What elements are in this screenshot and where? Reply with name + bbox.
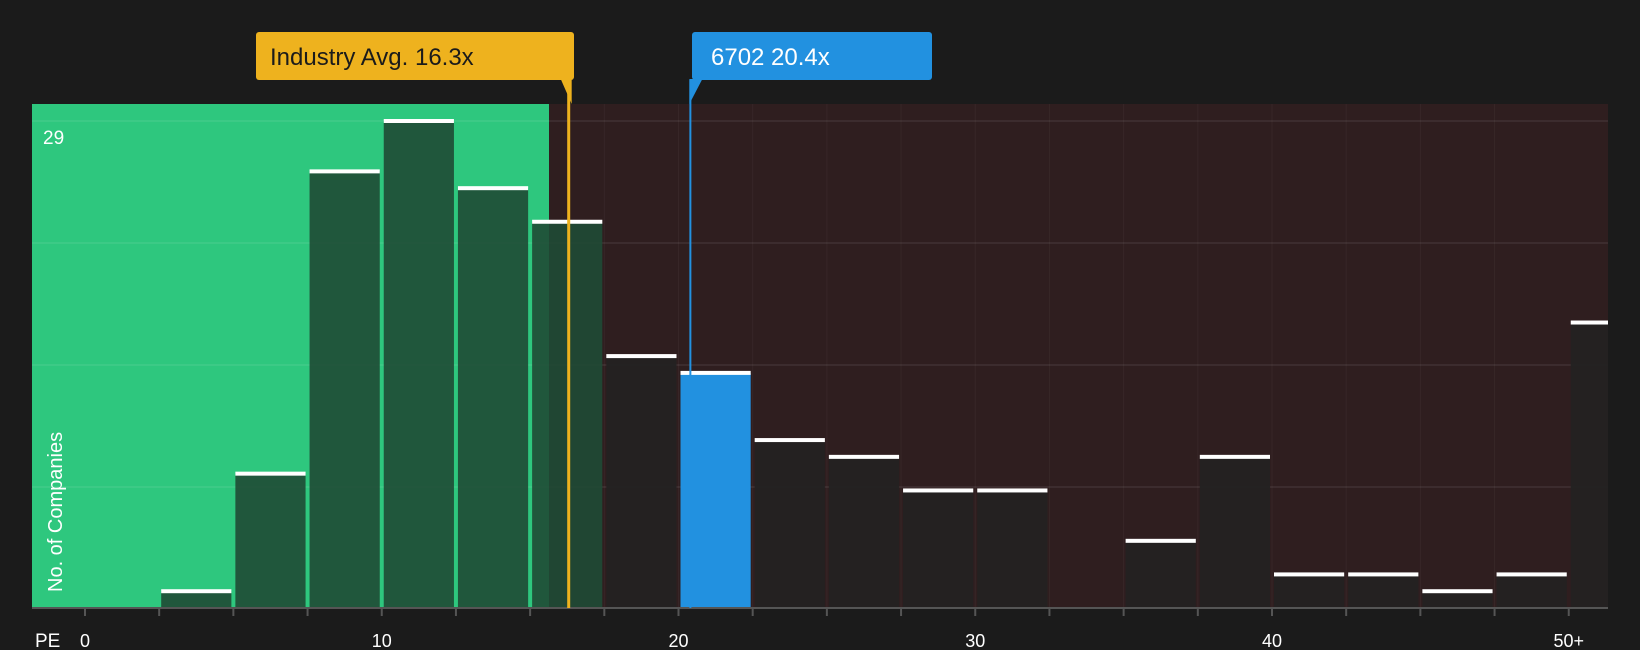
histogram-bar-cap — [1570, 320, 1608, 325]
histogram-bar — [383, 121, 454, 608]
x-tick-label: 50+ — [1553, 631, 1584, 650]
histogram-bar — [1348, 574, 1419, 608]
histogram-bar-cap — [903, 488, 974, 493]
histogram-bar — [161, 591, 232, 608]
histogram-bar-cap — [1348, 572, 1419, 577]
histogram-bar — [457, 188, 529, 608]
histogram-bar — [903, 490, 974, 608]
histogram-bar — [754, 440, 825, 608]
histogram-bar — [606, 356, 677, 608]
histogram-bar — [1422, 591, 1493, 608]
histogram-bar — [235, 473, 306, 608]
x-tick-label: 30 — [965, 631, 985, 650]
histogram-bar-cap — [161, 589, 232, 594]
histogram-bar-cap — [606, 354, 677, 359]
histogram-bar-cap — [1422, 589, 1493, 594]
histogram-bar-cap — [235, 471, 306, 476]
industry-average-label: Industry Avg. 16.3x — [270, 44, 474, 71]
histogram-bar-cap — [1199, 454, 1270, 459]
histogram-bar — [1274, 574, 1345, 608]
histogram-bar — [1570, 322, 1608, 608]
y-axis-label: No. of Companies — [45, 432, 67, 592]
histogram-bar — [977, 490, 1048, 608]
pe-distribution-chart: 0 10 20 30 40 50+ Industry Avg. 16.3x 6702 20.… — [0, 0, 1640, 650]
histogram-bar — [1125, 540, 1196, 608]
x-tick-label: 10 — [372, 631, 392, 650]
histogram-bar-cap — [977, 488, 1048, 493]
histogram-bar — [1496, 574, 1567, 608]
histogram-bar — [309, 171, 380, 608]
company-pe-label: 6702 20.4x — [711, 44, 830, 71]
y-max-label: 29 — [43, 128, 64, 149]
histogram-bar-cap — [828, 454, 900, 459]
histogram-bar-cap — [1496, 572, 1567, 577]
histogram-bar — [828, 456, 900, 608]
x-axis-label: PE — [35, 631, 60, 650]
histogram-bar-cap — [754, 438, 825, 443]
x-tick-label: 20 — [668, 631, 688, 650]
histogram-bar-cap — [309, 169, 380, 174]
x-tick-label: 40 — [1262, 631, 1282, 650]
histogram-bar-cap — [383, 119, 454, 123]
histogram-bar-cap — [1125, 538, 1196, 543]
histogram-bar-cap — [1274, 572, 1345, 577]
histogram-bar — [1199, 456, 1270, 608]
x-tick-label: 0 — [80, 631, 90, 650]
histogram-bar-cap — [457, 186, 529, 191]
